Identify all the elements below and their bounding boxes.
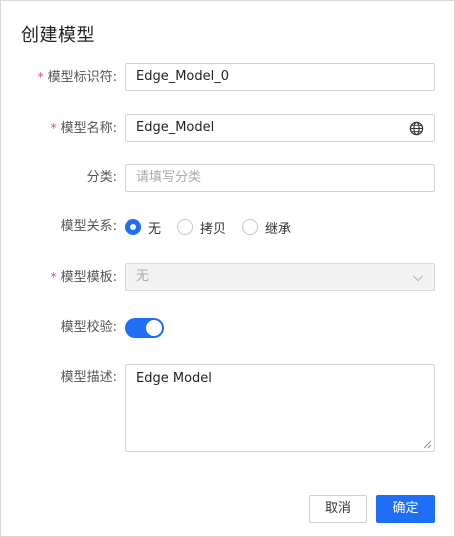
cancel-button[interactable]: 取消 — [309, 495, 367, 523]
required-asterisk: * — [37, 70, 44, 84]
relation-option-copy[interactable]: 拷贝 — [177, 218, 226, 237]
radio-label: 拷贝 — [200, 221, 227, 237]
validation-toggle[interactable] — [125, 318, 164, 338]
radio-unchecked-icon — [242, 219, 259, 235]
chevron-down-icon — [413, 275, 423, 282]
template-label: 模型模板: — [60, 270, 117, 285]
relation-label: 模型关系: — [60, 219, 117, 234]
confirm-button[interactable]: 确定 — [376, 495, 435, 523]
name-value: Edge_Model — [136, 120, 215, 135]
name-input[interactable]: Edge_Model — [125, 114, 435, 142]
template-value: 无 — [136, 269, 150, 284]
required-asterisk: * — [50, 270, 57, 284]
validation-label: 模型校验: — [60, 320, 117, 335]
globe-icon[interactable] — [409, 121, 424, 136]
category-row: 分类: 请填写分类 — [1, 164, 455, 192]
relation-radio-group: 无 拷贝 继承 — [125, 213, 307, 241]
relation-row: 模型关系: 无 拷贝 继承 — [1, 213, 455, 241]
resize-handle-icon[interactable] — [423, 440, 432, 449]
template-label-wrap: * 模型模板: — [51, 263, 117, 291]
identifier-label-wrap: * 模型标识符: — [38, 63, 117, 91]
name-label: 模型名称: — [60, 121, 117, 136]
radio-unchecked-icon — [177, 219, 194, 235]
description-textarea[interactable]: Edge Model — [125, 364, 435, 452]
required-asterisk: * — [50, 121, 57, 135]
description-row: 模型描述: Edge Model — [1, 364, 455, 452]
validation-row: 模型校验: — [1, 314, 455, 342]
relation-option-inherit[interactable]: 继承 — [242, 218, 291, 237]
identifier-row: * 模型标识符: Edge_Model_0 — [1, 63, 455, 91]
relation-option-none[interactable]: 无 — [125, 218, 161, 237]
template-row: * 模型模板: 无 — [1, 263, 455, 291]
description-label: 模型描述: — [60, 370, 117, 385]
name-label-wrap: * 模型名称: — [51, 114, 117, 142]
toggle-knob — [146, 320, 162, 336]
name-row: * 模型名称: Edge_Model — [1, 114, 455, 142]
dialog-title: 创建模型 — [21, 25, 95, 46]
radio-label: 继承 — [265, 221, 292, 237]
category-label: 分类: — [86, 170, 117, 185]
radio-checked-icon — [125, 219, 141, 235]
identifier-input[interactable]: Edge_Model_0 — [125, 63, 435, 91]
description-value: Edge Model — [136, 371, 212, 386]
identifier-label: 模型标识符: — [47, 70, 117, 85]
template-select[interactable]: 无 — [125, 263, 435, 291]
radio-label: 无 — [148, 221, 162, 237]
create-model-dialog: 创建模型 * 模型标识符: Edge_Model_0 * 模型名称: Edge_Mo… — [0, 0, 455, 537]
category-input[interactable]: 请填写分类 — [125, 164, 435, 192]
